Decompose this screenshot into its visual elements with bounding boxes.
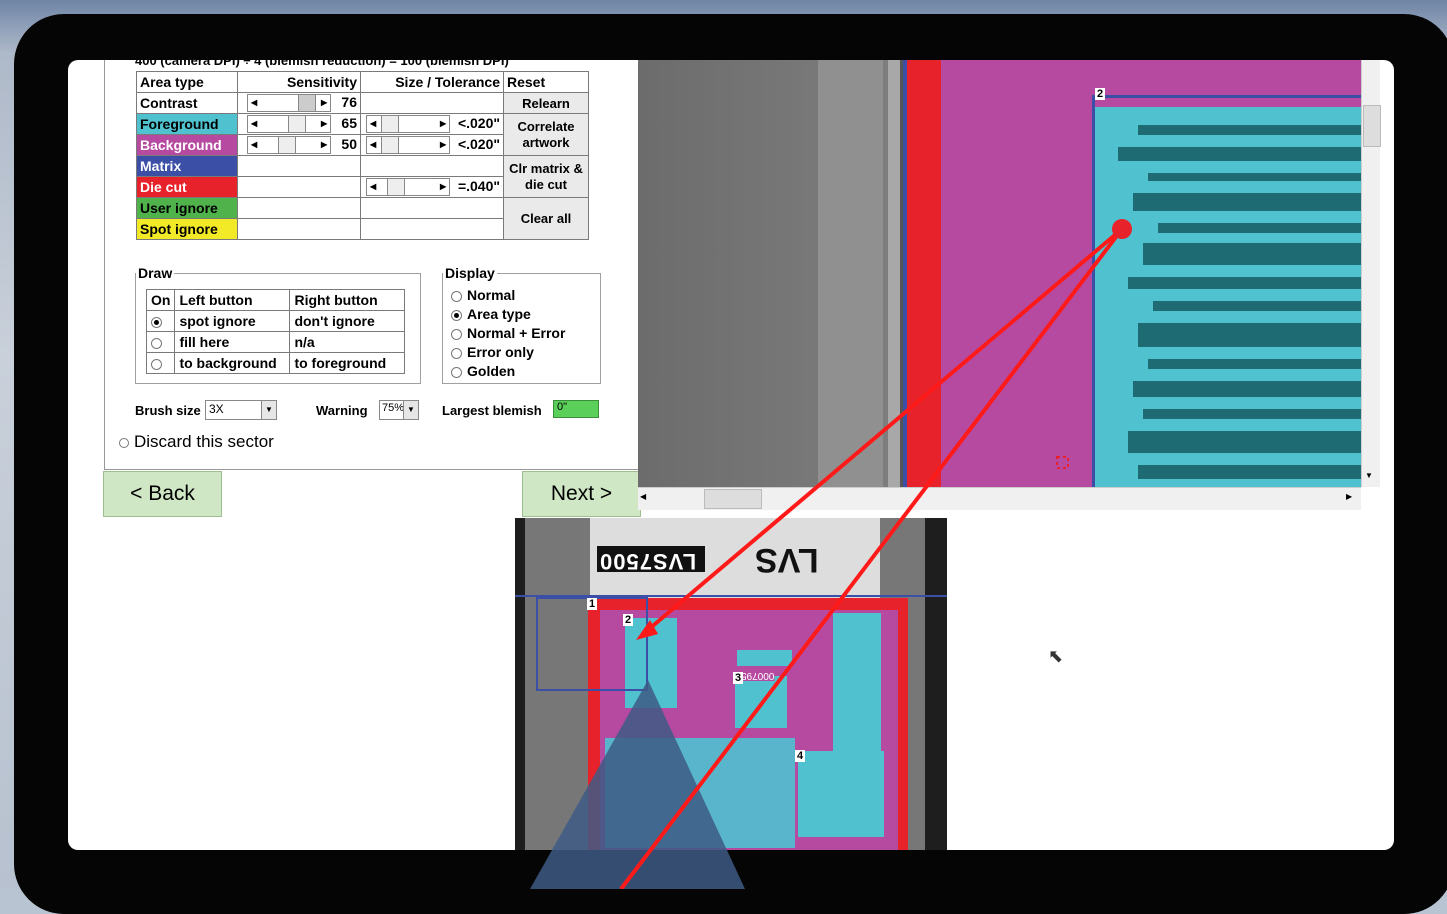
annotation-arrow-1: [640, 227, 1124, 637]
annotation-dot: [1112, 219, 1132, 239]
callout-cone: [530, 680, 745, 889]
annotation-overlay: [530, 219, 1132, 889]
annotation-arrow-2: [619, 227, 1124, 889]
